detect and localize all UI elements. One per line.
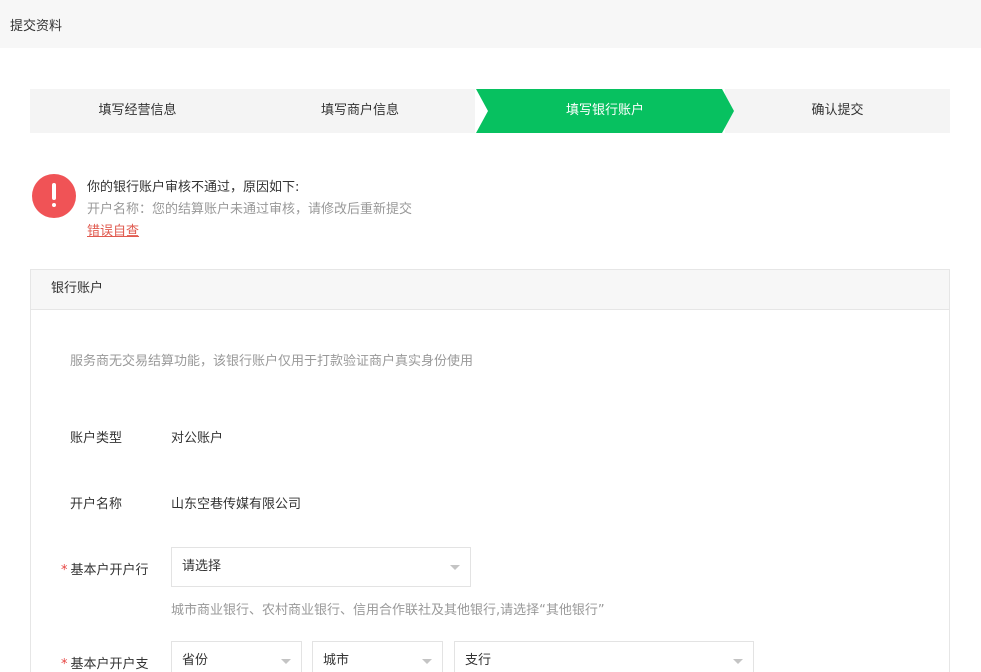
- chevron-down-icon: [450, 565, 460, 570]
- step-confirm-submit: 确认提交: [725, 89, 950, 133]
- step-label: 填写银行账户: [565, 103, 644, 118]
- province-select-value: 省份: [182, 653, 209, 668]
- step-label: 确认提交: [811, 103, 864, 118]
- city-select-value: 城市: [323, 653, 350, 668]
- branch-label-text: 基本户开户支: [70, 657, 149, 672]
- chevron-down-icon: [422, 659, 432, 664]
- error-self-check-link[interactable]: 错误自查: [87, 220, 139, 239]
- page-header: 提交资料: [0, 0, 981, 48]
- account-type-label: 账户类型: [70, 431, 123, 446]
- province-select[interactable]: 省份: [171, 641, 302, 672]
- required-mark: *: [61, 563, 68, 578]
- required-mark: *: [61, 657, 68, 672]
- step-label: 填写商户信息: [320, 103, 399, 118]
- alert-title: 你的银行账户审核不通过，原因如下:: [87, 180, 300, 195]
- account-name-value: 山东空巷传媒有限公司: [171, 497, 302, 512]
- step-label: 填写经营信息: [98, 103, 177, 118]
- city-select[interactable]: 城市: [312, 641, 443, 672]
- chevron-down-icon: [733, 659, 743, 664]
- sub-branch-select[interactable]: 支行: [454, 641, 754, 672]
- error-icon: [32, 174, 76, 218]
- account-type-value: 对公账户: [171, 431, 224, 446]
- panel-title: 银行账户: [31, 270, 949, 310]
- bank-hint: 城市商业银行、农村商业银行、信用合作联社及其他银行,请选择“其他银行”: [171, 603, 605, 618]
- bank-select[interactable]: 请选择: [171, 547, 471, 587]
- page-title: 提交资料: [10, 19, 63, 34]
- chevron-down-icon: [281, 659, 291, 664]
- step-merchant-info: 填写商户信息: [245, 89, 475, 133]
- bank-label: * 基本户开户行: [61, 559, 149, 578]
- step-business-info: 填写经营信息: [30, 89, 245, 133]
- branch-label: * 基本户开户支: [61, 653, 149, 672]
- panel-notice: 服务商无交易结算功能，该银行账户仅用于打款验证商户真实身份使用: [70, 354, 474, 369]
- account-name-label: 开户名称: [70, 497, 123, 512]
- alert-description: 开户名称：您的结算账户未通过审核，请修改后重新提交: [87, 202, 413, 217]
- step-bank-account-active: 填写银行账户: [476, 89, 734, 133]
- sub-branch-select-value: 支行: [465, 653, 492, 668]
- bank-label-text: 基本户开户行: [70, 563, 149, 578]
- bank-select-value: 请选择: [182, 559, 222, 574]
- progress-steps: 填写经营信息 填写商户信息 确认提交 填写银行账户: [30, 89, 950, 133]
